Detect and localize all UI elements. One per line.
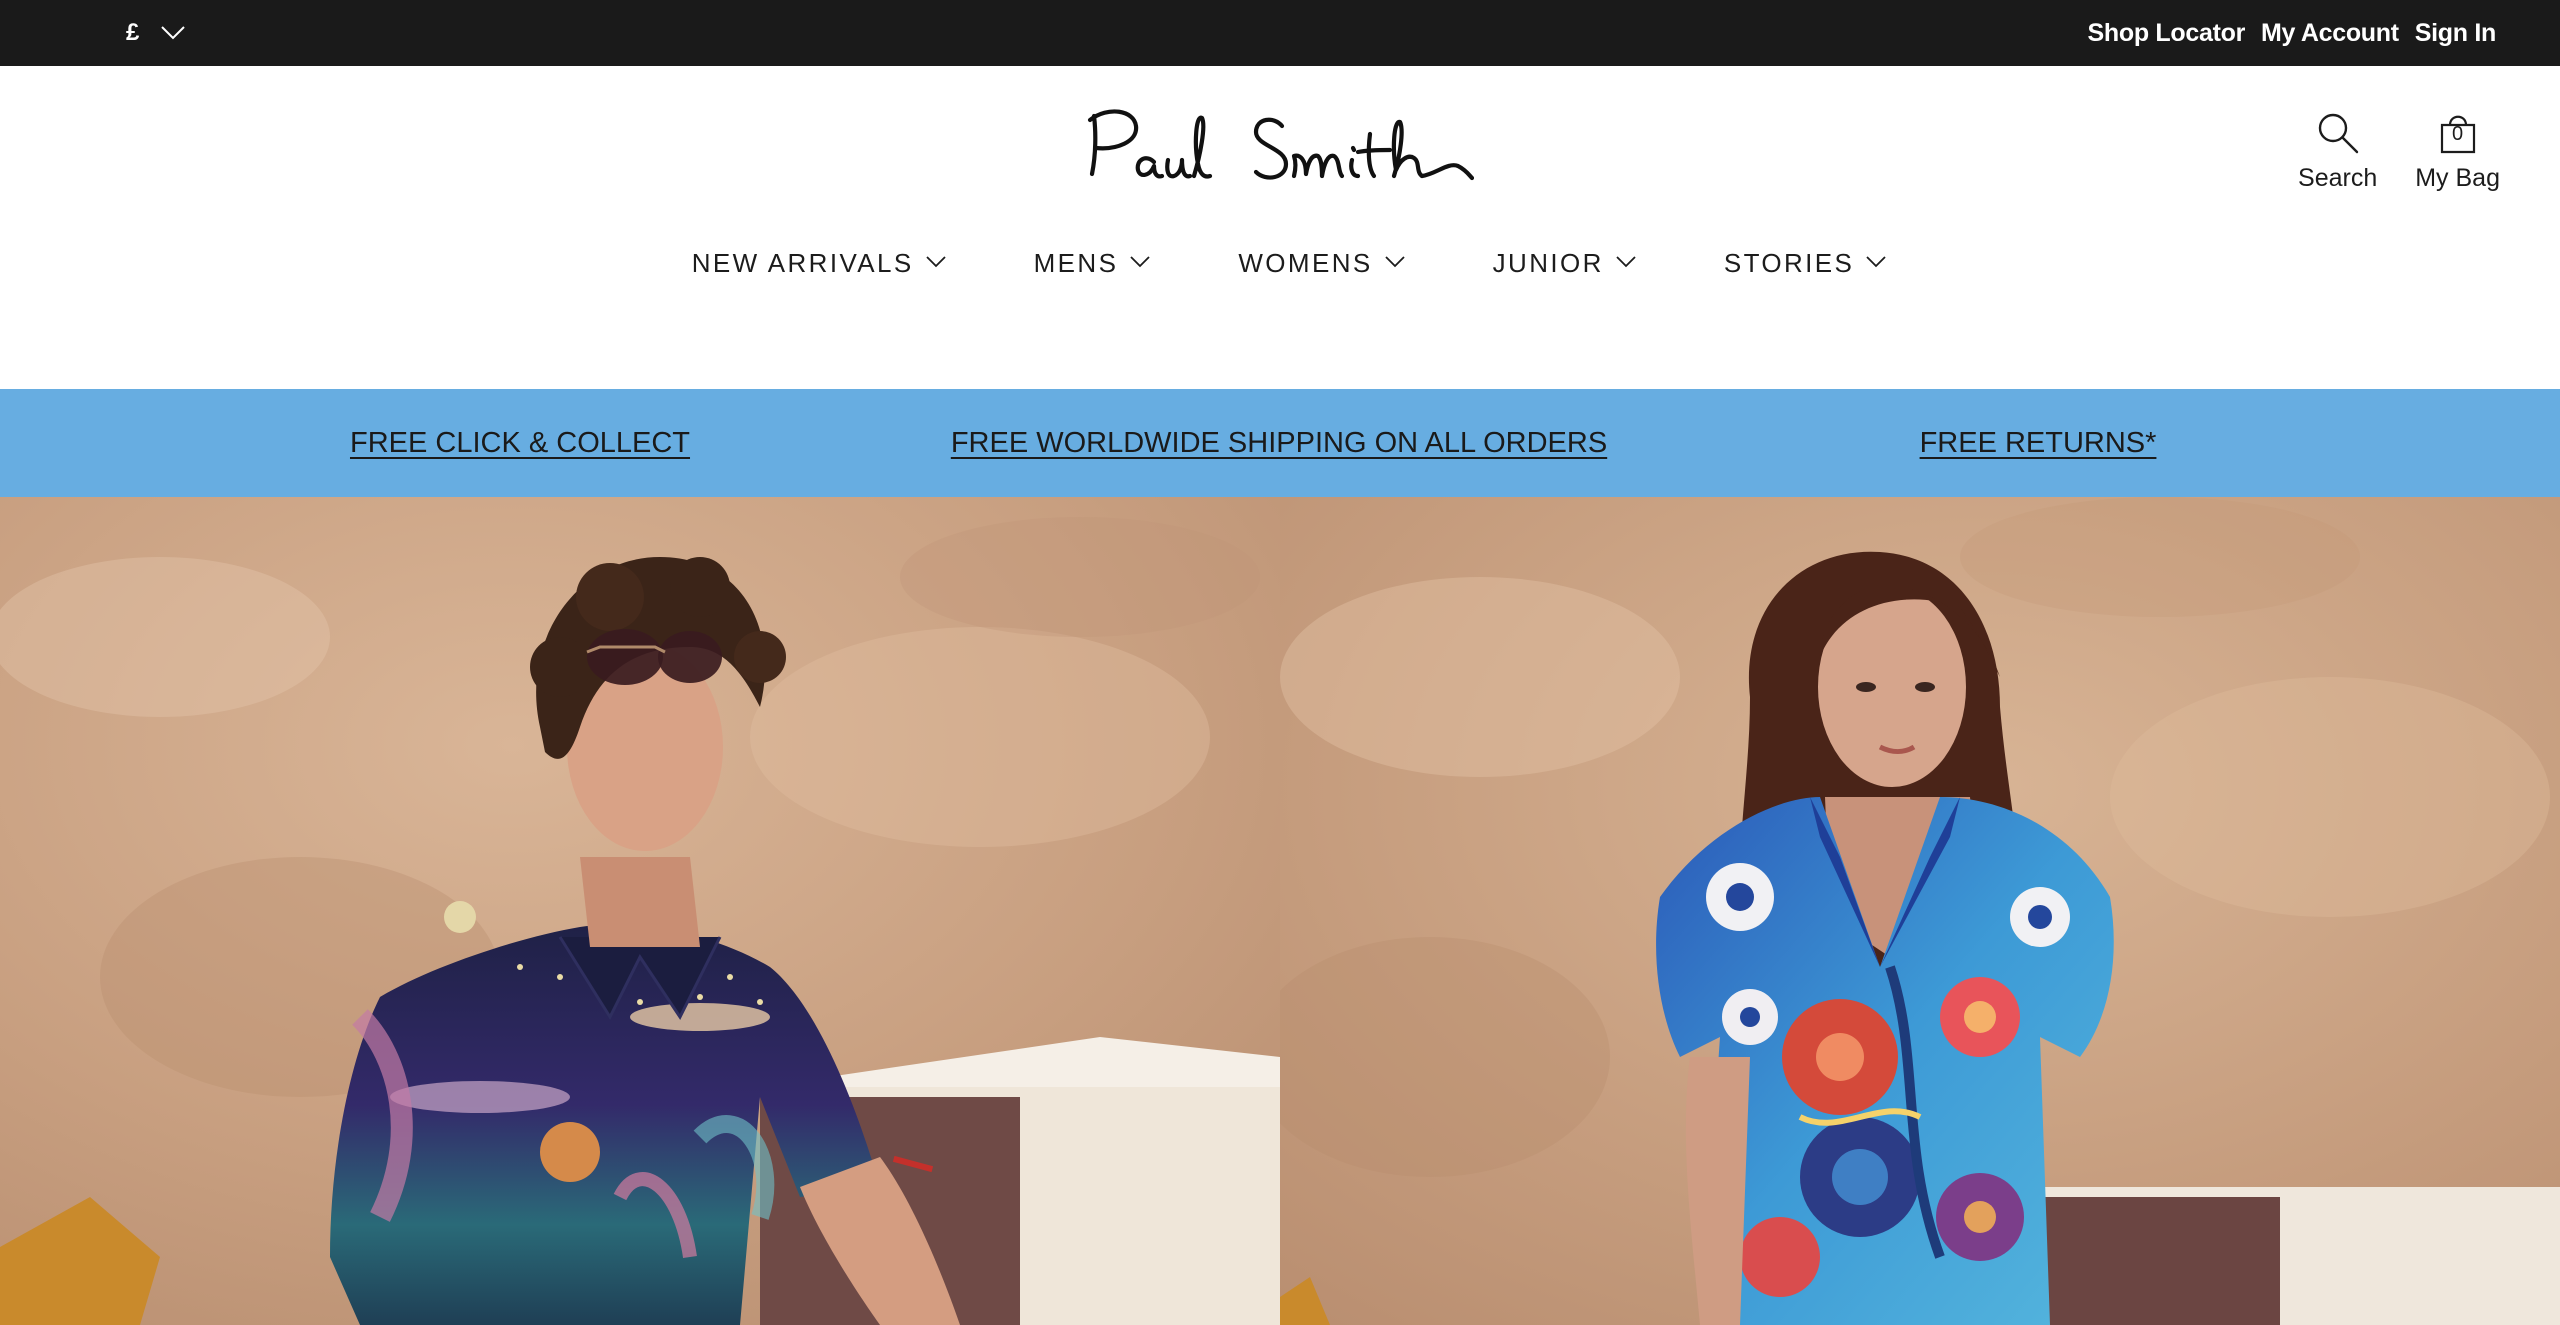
utility-bar: £ Shop Locator My Account Sign In [0,0,2560,66]
womens-hero-image [1280,497,2560,1325]
nav-label: MENS [1033,248,1119,278]
currency-selector[interactable]: £ [126,0,186,66]
promo-worldwide-shipping-link[interactable]: FREE WORLDWIDE SHIPPING ON ALL ORDERS [951,389,1607,497]
paul-smith-logo[interactable] [1086,104,1475,204]
nav-label: NEW ARRIVALS [691,248,914,278]
nav-label: WOMENS [1238,248,1373,278]
main-navigation: NEW ARRIVALS MENS WOMENS JUNIOR STORIES [0,248,2560,279]
currency-symbol: £ [126,19,140,46]
nav-item-stories[interactable]: STORIES [1724,248,1886,279]
promo-banner: FREE CLICK & COLLECT FREE WORLDWIDE SHIP… [0,389,2560,497]
header-tools: Search 0 My Bag [2298,106,2500,193]
shop-locator-link[interactable]: Shop Locator [2088,19,2246,48]
my-account-link[interactable]: My Account [2261,19,2399,48]
search-icon [2317,106,2359,154]
nav-item-mens[interactable]: MENS [1034,248,1151,279]
nav-item-new-arrivals[interactable]: NEW ARRIVALS [692,248,946,279]
search-button[interactable]: Search [2298,106,2377,193]
nav-item-womens[interactable]: WOMENS [1238,248,1405,279]
search-label: Search [2298,164,2378,192]
nav-label: JUNIOR [1492,248,1604,278]
chevron-down-icon [161,26,186,40]
sign-in-link[interactable]: Sign In [2415,19,2497,48]
chevron-down-icon [1616,255,1636,273]
chevron-down-icon [1130,255,1150,273]
mens-hero-image [0,497,1280,1325]
chevron-down-icon [1385,255,1405,273]
shopping-bag-icon: 0 [2439,106,2477,154]
promo-free-returns-link[interactable]: FREE RETURNS* [1920,389,2157,497]
my-bag-button[interactable]: 0 My Bag [2415,106,2500,193]
my-bag-label: My Bag [2415,164,2500,192]
logo-signature [1087,109,1475,181]
hero-panel-mens[interactable] [0,497,1280,1325]
chevron-down-icon [925,255,946,273]
hero-panel-womens[interactable] [1280,497,2560,1325]
nav-item-junior[interactable]: JUNIOR [1493,248,1636,279]
promo-click-collect-link[interactable]: FREE CLICK & COLLECT [350,389,690,497]
utility-links: Shop Locator My Account Sign In [2088,0,2497,66]
bag-count: 0 [2452,123,2464,145]
nav-label: STORIES [1723,248,1855,278]
hero-section [0,497,2560,1325]
chevron-down-icon [1866,255,1886,273]
site-header: Search 0 My Bag NEW ARRIVALS MENS WOMENS [0,66,2560,389]
